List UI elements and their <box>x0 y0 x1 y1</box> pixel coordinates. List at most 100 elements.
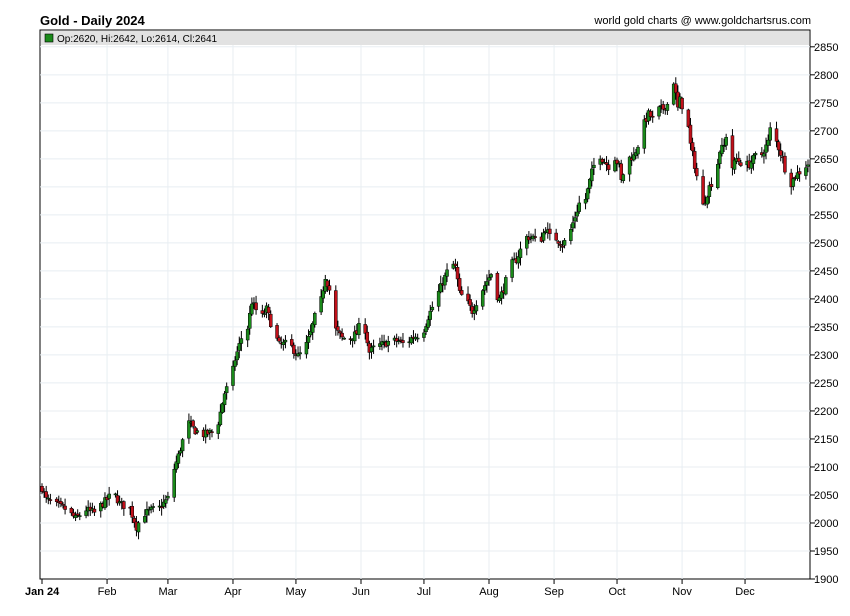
candle-body <box>457 278 462 291</box>
candle-body <box>327 285 332 291</box>
y-tick-label: 2150 <box>814 434 838 446</box>
candle-body <box>92 508 97 513</box>
candle-body <box>474 305 479 312</box>
candle-body <box>751 155 756 164</box>
candle-body <box>187 420 191 439</box>
x-tick-label: May <box>286 586 307 598</box>
candle-body <box>48 499 53 501</box>
plot-area <box>39 29 811 580</box>
candle-body <box>558 244 563 246</box>
candle-body <box>445 269 449 277</box>
x-axis: Jan 24 Feb Mar Apr May Jun Jul Aug Sep Oct Nov Dec <box>25 579 755 598</box>
y-tick-label: 2800 <box>814 70 838 82</box>
candle-body <box>661 104 665 110</box>
candle-body <box>180 439 185 452</box>
candle-body <box>783 155 787 173</box>
candle-body <box>480 290 485 307</box>
candle-body <box>191 420 195 427</box>
candle-body <box>690 142 695 152</box>
candle-body <box>642 119 647 149</box>
candle-body <box>674 83 678 94</box>
candle-body <box>533 236 537 238</box>
candle-body <box>590 168 594 182</box>
candle-body <box>592 164 596 168</box>
candle-body <box>210 431 214 433</box>
y-tick-label: 2400 <box>814 294 838 306</box>
candle-body <box>665 104 670 111</box>
candle-body <box>195 430 200 433</box>
candle-body <box>548 228 552 234</box>
candle-body <box>577 202 581 212</box>
x-tick-label: Mar <box>158 586 177 598</box>
candle-body <box>237 343 242 351</box>
candle-body <box>510 259 514 278</box>
candle-body <box>334 290 338 329</box>
candle-body <box>281 341 286 345</box>
x-tick-label: Aug <box>479 586 499 598</box>
candle-body <box>709 184 714 188</box>
candle-body <box>415 337 420 340</box>
candle-body <box>130 506 134 518</box>
candle-body <box>806 164 810 167</box>
candle-body <box>78 515 82 517</box>
candle-body <box>231 365 235 386</box>
x-tick-label: Dec <box>735 586 755 598</box>
candle-body <box>239 338 244 344</box>
candle-body <box>736 157 741 162</box>
candle-body <box>44 491 48 498</box>
legend-bar: Op:2620, Hi:2642, Lo:2614, Cl:2641 <box>41 31 809 45</box>
candle-body <box>176 453 181 464</box>
candle-body <box>724 136 728 146</box>
y-tick-label: 1950 <box>814 546 838 558</box>
candle-body <box>778 150 783 156</box>
candle-body <box>283 339 288 343</box>
y-tick-label: 2000 <box>814 518 838 530</box>
candle-body <box>250 303 254 315</box>
candle-body <box>797 171 802 175</box>
y-tick-label: 2550 <box>814 210 838 222</box>
candle-body <box>489 274 493 278</box>
candle-body <box>292 344 296 354</box>
candle-body <box>122 501 126 509</box>
x-tick-label: Nov <box>672 586 692 598</box>
legend-ohlc-text: Op:2620, Hi:2642, Lo:2614, Cl:2641 <box>57 34 218 45</box>
candle-body <box>245 328 250 341</box>
y-tick-label: 2750 <box>814 98 838 110</box>
candle-body <box>569 229 573 241</box>
candle-body <box>304 342 309 355</box>
candle-body <box>436 290 441 307</box>
candle-body <box>468 299 472 306</box>
candle-body <box>705 196 710 205</box>
candle-body <box>340 332 344 338</box>
candle-body <box>275 325 279 339</box>
candle-body <box>386 340 391 346</box>
candle-body <box>560 246 565 248</box>
y-tick-label: 2100 <box>814 462 838 474</box>
candle-body <box>453 263 458 266</box>
candle-body <box>554 232 558 241</box>
candle-body <box>166 495 170 499</box>
candle-body <box>216 424 221 434</box>
x-tick-label: Jun <box>352 586 370 598</box>
candle-body <box>224 386 229 394</box>
candle-body <box>688 124 693 144</box>
candle-body <box>46 497 51 500</box>
candle-body <box>722 145 726 147</box>
candle-body <box>40 486 44 492</box>
candle-body <box>695 168 699 177</box>
candle-body <box>791 178 796 187</box>
y-tick-label: 2500 <box>814 238 838 250</box>
candle-body <box>692 151 697 169</box>
candle-body <box>575 211 579 217</box>
candle-body <box>422 332 426 338</box>
gold-price-chart: 1900 1950 2000 2050 2100 2150 2200 2250 2300 2350… <box>25 29 838 598</box>
candle-body <box>357 323 361 336</box>
candle-body <box>306 336 311 343</box>
candle-body <box>319 296 323 313</box>
x-tick-label: Sep <box>544 586 564 598</box>
y-tick-label: 2200 <box>814 406 838 418</box>
y-tick-label: 1900 <box>814 574 838 586</box>
candle-body <box>262 313 267 315</box>
candle-body <box>707 185 712 197</box>
candle-body <box>485 281 489 286</box>
